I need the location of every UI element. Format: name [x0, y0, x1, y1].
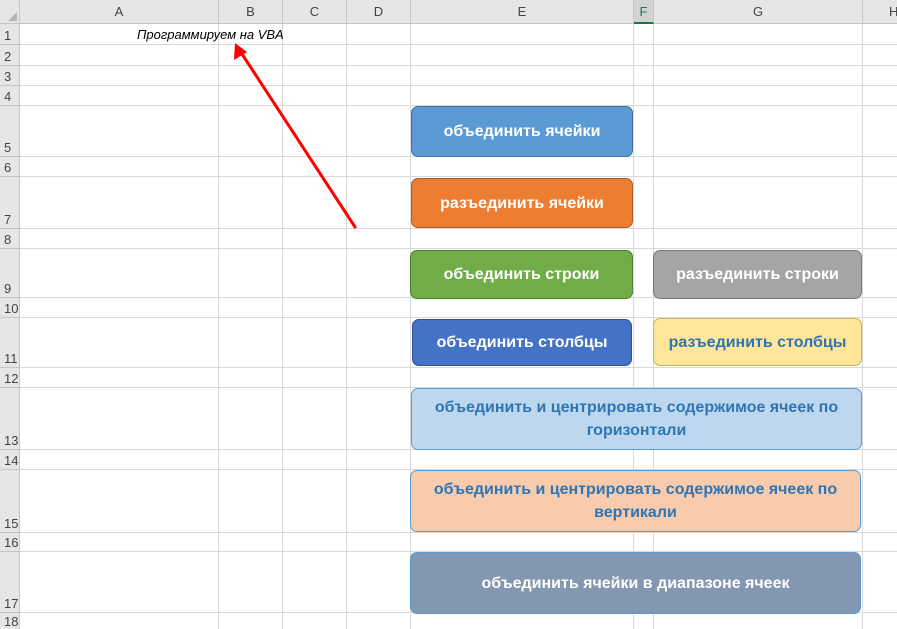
gridline [20, 44, 897, 45]
row-header-4[interactable]: 4 [0, 86, 20, 106]
gridline [862, 24, 863, 629]
gridline [20, 65, 897, 66]
gridline [218, 24, 219, 629]
merge-center-horizontal-button[interactable]: объединить и центрировать содержимое яче… [411, 388, 862, 450]
column-header-e[interactable]: E [411, 0, 634, 24]
gridline [20, 248, 897, 249]
merge-cells-button[interactable]: объединить ячейки [411, 106, 633, 157]
row-header-3[interactable]: 3 [0, 66, 20, 86]
unmerge-rows-button[interactable]: разъединить строки [653, 250, 862, 299]
gridline [633, 24, 634, 629]
gridline [20, 176, 897, 177]
column-header-c[interactable]: C [283, 0, 347, 24]
arrow-head [234, 43, 247, 60]
column-header-a[interactable]: A [20, 0, 219, 24]
row-header-12[interactable]: 12 [0, 368, 20, 388]
row-header-7[interactable]: 7 [0, 177, 20, 229]
column-header-d[interactable]: D [347, 0, 411, 24]
row-header-15[interactable]: 15 [0, 470, 20, 533]
column-header-h[interactable]: H [863, 0, 897, 24]
row-header-9[interactable]: 9 [0, 249, 20, 298]
row-header-8[interactable]: 8 [0, 229, 20, 249]
row-header-6[interactable]: 6 [0, 157, 20, 177]
column-header-f[interactable]: F [634, 0, 654, 24]
row-header-1[interactable]: 1 [0, 24, 20, 45]
merge-range-cells-button[interactable]: объединить ячейки в диапазоне ячеек [410, 552, 861, 614]
gridline [282, 24, 283, 629]
row-header-17[interactable]: 17 [0, 552, 20, 613]
row-header-16[interactable]: 16 [0, 533, 20, 552]
gridline [20, 228, 897, 229]
select-all-corner[interactable] [0, 0, 20, 24]
arrow-shaft [240, 52, 357, 229]
row-header-10[interactable]: 10 [0, 298, 20, 318]
merge-rows-button[interactable]: объединить строки [410, 250, 633, 299]
row-header-2[interactable]: 2 [0, 45, 20, 66]
unmerge-columns-button[interactable]: разъединить столбцы [653, 318, 862, 366]
gridline [346, 24, 347, 629]
merge-center-vertical-button[interactable]: объединить и центрировать содержимое яче… [410, 470, 861, 532]
gridline [20, 532, 897, 533]
unmerge-cells-button[interactable]: разъединить ячейки [411, 178, 633, 228]
merge-columns-button[interactable]: объединить столбцы [412, 319, 632, 366]
annotation-arrow-icon [234, 43, 357, 229]
cell-b1-text[interactable]: Программируем на VBA [137, 27, 284, 42]
gridline [20, 85, 897, 86]
row-header-14[interactable]: 14 [0, 450, 20, 470]
spreadsheet-grid[interactable]: A B C D E F G H 1 2 3 4 5 6 7 8 9 10 11 … [0, 0, 897, 629]
row-header-5[interactable]: 5 [0, 106, 20, 157]
column-header-g[interactable]: G [654, 0, 863, 24]
column-header-b[interactable]: B [219, 0, 283, 24]
row-header-13[interactable]: 13 [0, 388, 20, 450]
row-header-18[interactable]: 18 [0, 613, 20, 629]
gridline [20, 367, 897, 368]
row-header-11[interactable]: 11 [0, 318, 20, 368]
